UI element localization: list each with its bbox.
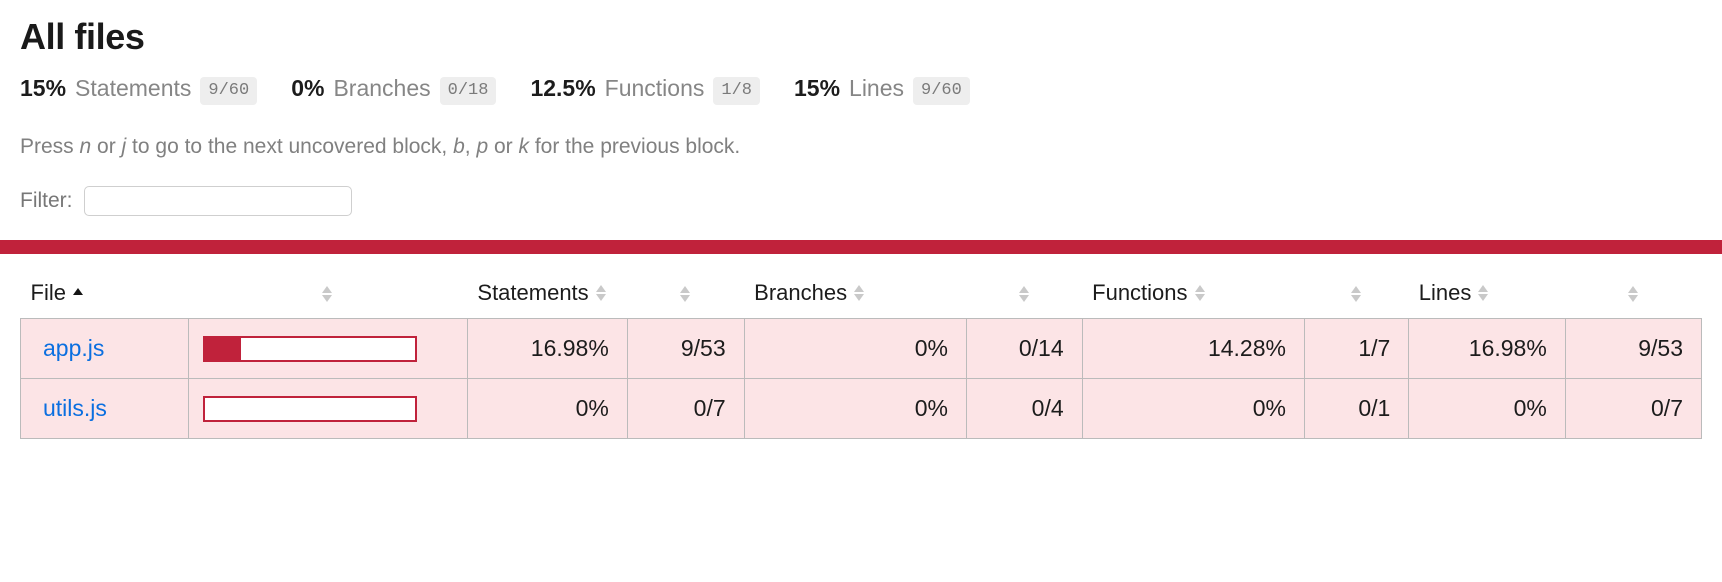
summary-lines-label: Lines xyxy=(849,75,905,101)
filter-label: Filter: xyxy=(20,189,73,213)
hint-part-3: to go to the next uncovered block, xyxy=(126,135,454,158)
sort-toggle-icon[interactable] xyxy=(1478,283,1489,303)
keyboard-hint: Press n or j to go to the next uncovered… xyxy=(20,133,1702,160)
sort-toggle-icon[interactable] xyxy=(1351,284,1362,304)
coverage-bar xyxy=(202,395,417,422)
lines-abs-cell: 0/7 xyxy=(1564,378,1703,440)
sort-toggle-icon[interactable] xyxy=(854,283,865,303)
hint-key-p: p xyxy=(476,135,489,158)
statements-pct-cell: 0% xyxy=(466,378,628,440)
filter-input[interactable] xyxy=(83,186,352,217)
summary-branches-fraction: 0/18 xyxy=(439,77,497,105)
hint-part-2: or xyxy=(91,135,122,158)
column-header-file-label: File xyxy=(30,280,66,306)
functions-abs-cell: 0/1 xyxy=(1303,378,1410,440)
sort-toggle-icon[interactable] xyxy=(595,283,607,303)
statements-pct-cell: 16.98% xyxy=(466,318,628,380)
column-header-lines-label: Lines xyxy=(1418,280,1472,306)
summary-functions-fraction: 1/8 xyxy=(713,77,760,105)
page-title: All files xyxy=(20,16,145,57)
hint-part-4: , xyxy=(464,135,477,158)
coverage-bar-cell xyxy=(187,378,468,440)
hint-key-b: b xyxy=(453,135,465,158)
sort-toggle-icon[interactable] xyxy=(680,284,691,304)
statements-abs-cell: 0/7 xyxy=(626,378,745,440)
coverage-file-table: File Statements Branches Functions Lines… xyxy=(20,254,1703,440)
column-header-lines-abs[interactable] xyxy=(1565,254,1702,319)
sort-toggle-icon[interactable] xyxy=(1627,284,1639,304)
branches-pct-cell: 0% xyxy=(743,318,967,380)
functions-pct-cell: 0% xyxy=(1081,378,1305,440)
summary-statements-label: Statements xyxy=(75,75,192,101)
column-header-functions[interactable]: Functions xyxy=(1082,254,1305,319)
summary-branches-pct: 0% xyxy=(291,75,325,101)
table-row: app.js 16.98% 9/53 0% 0/14 14.28% 1/7 16… xyxy=(20,318,1703,380)
sort-ascending-icon[interactable] xyxy=(72,283,84,303)
functions-pct-cell: 14.28% xyxy=(1081,318,1305,380)
column-header-branches-label: Branches xyxy=(754,280,848,306)
summary-functions-label: Functions xyxy=(604,75,705,101)
hint-key-n: n xyxy=(79,135,92,158)
summary-statements-pct: 15% xyxy=(20,75,67,101)
column-header-branches[interactable]: Branches xyxy=(744,254,967,319)
sort-toggle-icon[interactable] xyxy=(322,284,333,304)
coverage-bar-cell xyxy=(187,318,468,380)
column-header-lines[interactable]: Lines xyxy=(1408,254,1566,319)
summary-branches-label: Branches xyxy=(333,75,431,101)
file-cell: app.js xyxy=(20,318,189,380)
table-row: utils.js 0% 0/7 0% 0/4 0% 0/1 0% 0/7 xyxy=(20,378,1703,440)
hint-part-1: Press xyxy=(20,135,80,158)
summary-functions-pct: 12.5% xyxy=(530,75,596,101)
hint-key-k: k xyxy=(518,135,529,158)
column-header-branches-abs[interactable] xyxy=(966,254,1083,319)
summary-item-lines: 15% Lines 9/60 xyxy=(794,75,970,107)
column-header-file[interactable]: File xyxy=(20,254,189,319)
summary-item-statements: 15% Statements 9/60 xyxy=(20,75,258,107)
summary-statements-fraction: 9/60 xyxy=(200,77,258,105)
branches-abs-cell: 0/4 xyxy=(965,378,1083,440)
table-header-row: File Statements Branches Functions Lines xyxy=(20,254,1702,319)
file-link[interactable]: app.js xyxy=(43,335,104,361)
branches-pct-cell: 0% xyxy=(743,378,967,440)
functions-abs-cell: 1/7 xyxy=(1303,318,1410,380)
statements-abs-cell: 9/53 xyxy=(626,318,745,380)
filter-row: Filter: xyxy=(20,186,1702,217)
branches-abs-cell: 0/14 xyxy=(965,318,1083,380)
file-link[interactable]: utils.js xyxy=(43,395,107,421)
coverage-status-bar xyxy=(0,240,1722,255)
sort-toggle-icon[interactable] xyxy=(1018,284,1030,304)
column-header-functions-abs[interactable] xyxy=(1304,254,1409,319)
lines-pct-cell: 16.98% xyxy=(1408,318,1566,380)
summary-lines-fraction: 9/60 xyxy=(913,77,970,105)
column-header-statements-bar[interactable] xyxy=(188,254,468,319)
coverage-summary: 15% Statements 9/60 0% Branches 0/18 12.… xyxy=(20,75,1702,107)
lines-pct-cell: 0% xyxy=(1408,378,1566,440)
file-cell: utils.js xyxy=(20,378,189,440)
coverage-bar xyxy=(202,335,417,362)
hint-part-5: or xyxy=(488,135,519,158)
lines-abs-cell: 9/53 xyxy=(1564,318,1703,380)
column-header-statements[interactable]: Statements xyxy=(467,254,628,319)
summary-item-functions: 12.5% Functions 1/8 xyxy=(530,75,760,107)
hint-part-6: for the previous block. xyxy=(528,135,741,158)
coverage-report-page: All files 15% Statements 9/60 0% Branche… xyxy=(0,14,1722,217)
column-header-statements-abs[interactable] xyxy=(627,254,745,319)
coverage-bar-fill xyxy=(204,337,241,360)
sort-toggle-icon[interactable] xyxy=(1194,283,1206,303)
column-header-functions-label: Functions xyxy=(1092,280,1188,306)
summary-lines-pct: 15% xyxy=(793,75,841,101)
column-header-statements-label: Statements xyxy=(477,280,589,306)
summary-item-branches: 0% Branches 0/18 xyxy=(291,75,497,107)
